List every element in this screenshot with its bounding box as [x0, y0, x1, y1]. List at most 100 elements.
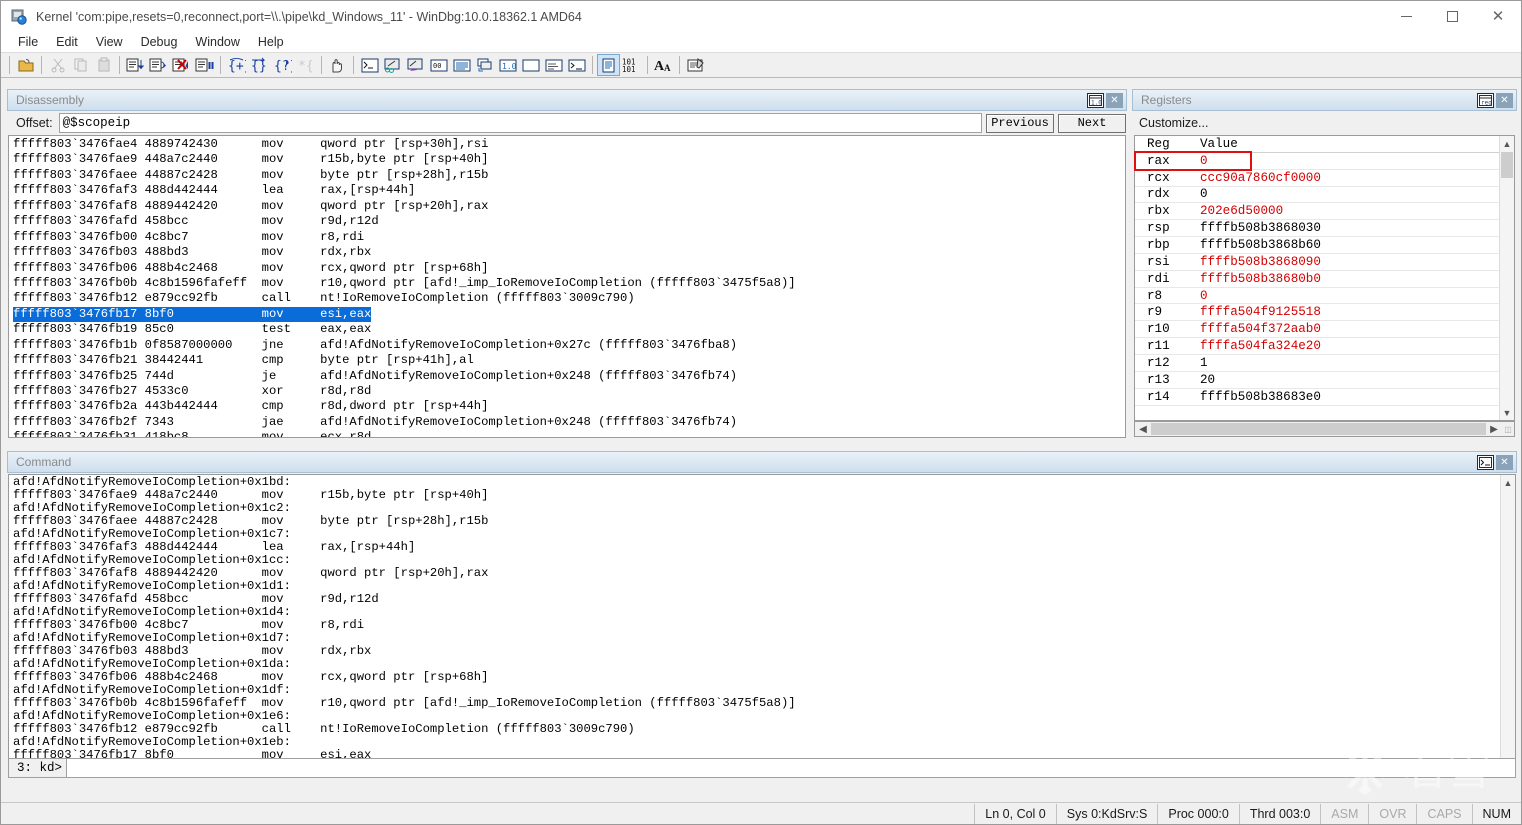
register-value[interactable]: 20: [1197, 373, 1215, 387]
step-into-icon[interactable]: [124, 54, 147, 76]
scratch-pad-icon[interactable]: 1.0: [496, 54, 519, 76]
disassembly-line[interactable]: fffff803`3476fb12 e879cc92fb call nt!IoR…: [13, 291, 1125, 306]
registers-panel-caption[interactable]: Registers reg ✕: [1132, 89, 1517, 111]
source-window-icon[interactable]: [542, 54, 565, 76]
assembly-mode-icon[interactable]: 101101: [620, 54, 643, 76]
maximize-button[interactable]: [1429, 1, 1475, 32]
processes-threads-icon[interactable]: [519, 54, 542, 76]
scroll-up-icon[interactable]: ▲: [1501, 475, 1515, 490]
command-window-icon[interactable]: [358, 54, 381, 76]
scroll-right-icon[interactable]: ▶: [1486, 424, 1502, 435]
register-row[interactable]: r14ffffb508b38683e0: [1135, 389, 1499, 406]
resize-grip-icon[interactable]: ◫: [1502, 425, 1514, 434]
disassembly-line[interactable]: fffff803`3476fb2f 7343 jae afd!AfdNotify…: [13, 415, 1125, 430]
customize-link[interactable]: Customize...: [1133, 112, 1516, 134]
register-value[interactable]: 0: [1197, 154, 1208, 168]
scroll-left-icon[interactable]: ◀: [1135, 424, 1151, 435]
disassembly-line[interactable]: fffff803`3476fb27 4533c0 xor r8d,r8d: [13, 384, 1125, 399]
menu-view[interactable]: View: [87, 33, 132, 51]
options-icon[interactable]: [684, 54, 707, 76]
register-value[interactable]: ffffb508b38680b0: [1197, 272, 1321, 286]
disassembly-line[interactable]: fffff803`3476fafd 458bcc mov r9d,r12d: [13, 214, 1125, 229]
menu-help[interactable]: Help: [249, 33, 293, 51]
trace-into-icon[interactable]: {+}: [225, 54, 248, 76]
command-input[interactable]: [66, 758, 1516, 778]
command-panel-caption[interactable]: Command ✕: [7, 451, 1517, 473]
scrollbar-thumb[interactable]: [1501, 152, 1513, 178]
register-value[interactable]: 0: [1197, 187, 1208, 201]
close-button[interactable]: ✕: [1475, 1, 1521, 32]
paste-icon[interactable]: [92, 54, 115, 76]
disassembly-line[interactable]: fffff803`3476faee 44887c2428 mov byte pt…: [13, 168, 1125, 183]
registers-window-icon[interactable]: 00: [427, 54, 450, 76]
register-value[interactable]: ffffa504fa324e20: [1197, 339, 1321, 353]
close-panel-icon[interactable]: ✕: [1106, 93, 1123, 108]
open-workspace-icon[interactable]: [14, 54, 37, 76]
register-row[interactable]: r9ffffa504f9125518: [1135, 304, 1499, 321]
register-row[interactable]: rdiffffb508b38680b0: [1135, 271, 1499, 288]
register-value[interactable]: ccc90a7860cf0000: [1197, 171, 1321, 185]
previous-button[interactable]: Previous: [986, 114, 1054, 133]
disassembly-line[interactable]: fffff803`3476fb31 418bc8 mov ecx,r8d: [13, 430, 1125, 438]
calls-window-icon[interactable]: [473, 54, 496, 76]
menu-file[interactable]: File: [9, 33, 47, 51]
scroll-up-icon[interactable]: ▲: [1500, 136, 1514, 151]
disassembly-line[interactable]: fffff803`3476fae9 448a7c2440 mov r15b,by…: [13, 152, 1125, 167]
register-row[interactable]: rax0: [1135, 153, 1499, 170]
register-row[interactable]: r10ffffa504f372aab0: [1135, 321, 1499, 338]
watch-window-icon[interactable]: [381, 54, 404, 76]
disassembly-line[interactable]: fffff803`3476faf8 4889442420 mov qword p…: [13, 199, 1125, 214]
register-row[interactable]: rdx0: [1135, 187, 1499, 204]
disassembly-line[interactable]: fffff803`3476fb19 85c0 test eax,eax: [13, 322, 1125, 337]
disassembly-line[interactable]: fffff803`3476fb00 4c8bc7 mov r8,rdi: [13, 230, 1125, 245]
scroll-down-icon[interactable]: ▼: [1500, 405, 1514, 420]
register-value[interactable]: 202e6d50000: [1197, 204, 1283, 218]
stop-debugging-icon[interactable]: [170, 54, 193, 76]
minimize-button[interactable]: [1383, 1, 1429, 32]
disassembly-code-area[interactable]: fffff803`3476fae4 4889742430 mov qword p…: [8, 135, 1126, 438]
disassembly-line[interactable]: fffff803`3476fb03 488bd3 mov rdx,rbx: [13, 245, 1125, 260]
register-row[interactable]: r11ffffa504fa324e20: [1135, 338, 1499, 355]
register-row[interactable]: r80: [1135, 288, 1499, 305]
restore-window-icon[interactable]: reg: [1477, 93, 1494, 108]
register-row[interactable]: r1320: [1135, 372, 1499, 389]
register-row[interactable]: rspffffb508b3868030: [1135, 220, 1499, 237]
menu-edit[interactable]: Edit: [47, 33, 87, 51]
disassembly-line[interactable]: fffff803`3476fb0b 4c8b1596fafeff mov r10…: [13, 276, 1125, 291]
disassembly-line[interactable]: fffff803`3476fb1b 0f8587000000 jne afd!A…: [13, 338, 1125, 353]
disassembly-line[interactable]: fffff803`3476fb17 8bf0 mov esi,eax: [13, 307, 371, 322]
copy-icon[interactable]: [69, 54, 92, 76]
register-value[interactable]: ffffb508b3868030: [1197, 221, 1321, 235]
register-row[interactable]: rcxccc90a7860cf0000: [1135, 170, 1499, 187]
register-value[interactable]: ffffb508b3868090: [1197, 255, 1321, 269]
command-prompt-icon[interactable]: [1477, 455, 1494, 470]
disassembly-line[interactable]: fffff803`3476fb06 488b4c2468 mov rcx,qwo…: [13, 261, 1125, 276]
disassembly-panel-caption[interactable]: Disassembly 1.0 ✕: [7, 89, 1127, 111]
run-to-cursor-icon[interactable]: {?}: [271, 54, 294, 76]
step-over-icon[interactable]: [147, 54, 170, 76]
close-panel-icon[interactable]: ✕: [1496, 455, 1513, 470]
command-vertical-scrollbar[interactable]: ▲ ▼: [1500, 475, 1515, 773]
register-row[interactable]: rbx202e6d50000: [1135, 203, 1499, 220]
disassembly-line[interactable]: fffff803`3476fb25 744d je afd!AfdNotifyR…: [13, 369, 1125, 384]
offset-input[interactable]: @$scopeip: [59, 113, 982, 133]
hand-break-icon[interactable]: [326, 54, 349, 76]
next-button[interactable]: Next: [1058, 114, 1126, 133]
command-output-area[interactable]: afd!AfdNotifyRemoveIoCompletion+0x1bd:ff…: [8, 474, 1516, 774]
braces-disabled-icon[interactable]: *{}: [294, 54, 317, 76]
restore-window-icon[interactable]: 1.0: [1087, 93, 1104, 108]
source-mode-icon[interactable]: [597, 54, 620, 76]
command-browser-icon[interactable]: [565, 54, 588, 76]
register-value[interactable]: 1: [1197, 356, 1208, 370]
register-value[interactable]: ffffb508b3868b60: [1197, 238, 1321, 252]
disassembly-line[interactable]: fffff803`3476fb21 38442441 cmp byte ptr …: [13, 353, 1125, 368]
register-row[interactable]: r121: [1135, 355, 1499, 372]
menu-debug[interactable]: Debug: [132, 33, 187, 51]
register-value[interactable]: ffffa504f9125518: [1197, 305, 1321, 319]
step-out-icon[interactable]: {}: [248, 54, 271, 76]
register-value[interactable]: ffffb508b38683e0: [1197, 390, 1321, 404]
hscrollbar-thumb[interactable]: [1151, 423, 1486, 435]
registers-horizontal-scrollbar[interactable]: ◀ ▶ ◫: [1134, 421, 1515, 437]
disassembly-line[interactable]: fffff803`3476fb2a 443b442444 cmp r8d,dwo…: [13, 399, 1125, 414]
registers-vertical-scrollbar[interactable]: ▲ ▼: [1499, 136, 1514, 420]
